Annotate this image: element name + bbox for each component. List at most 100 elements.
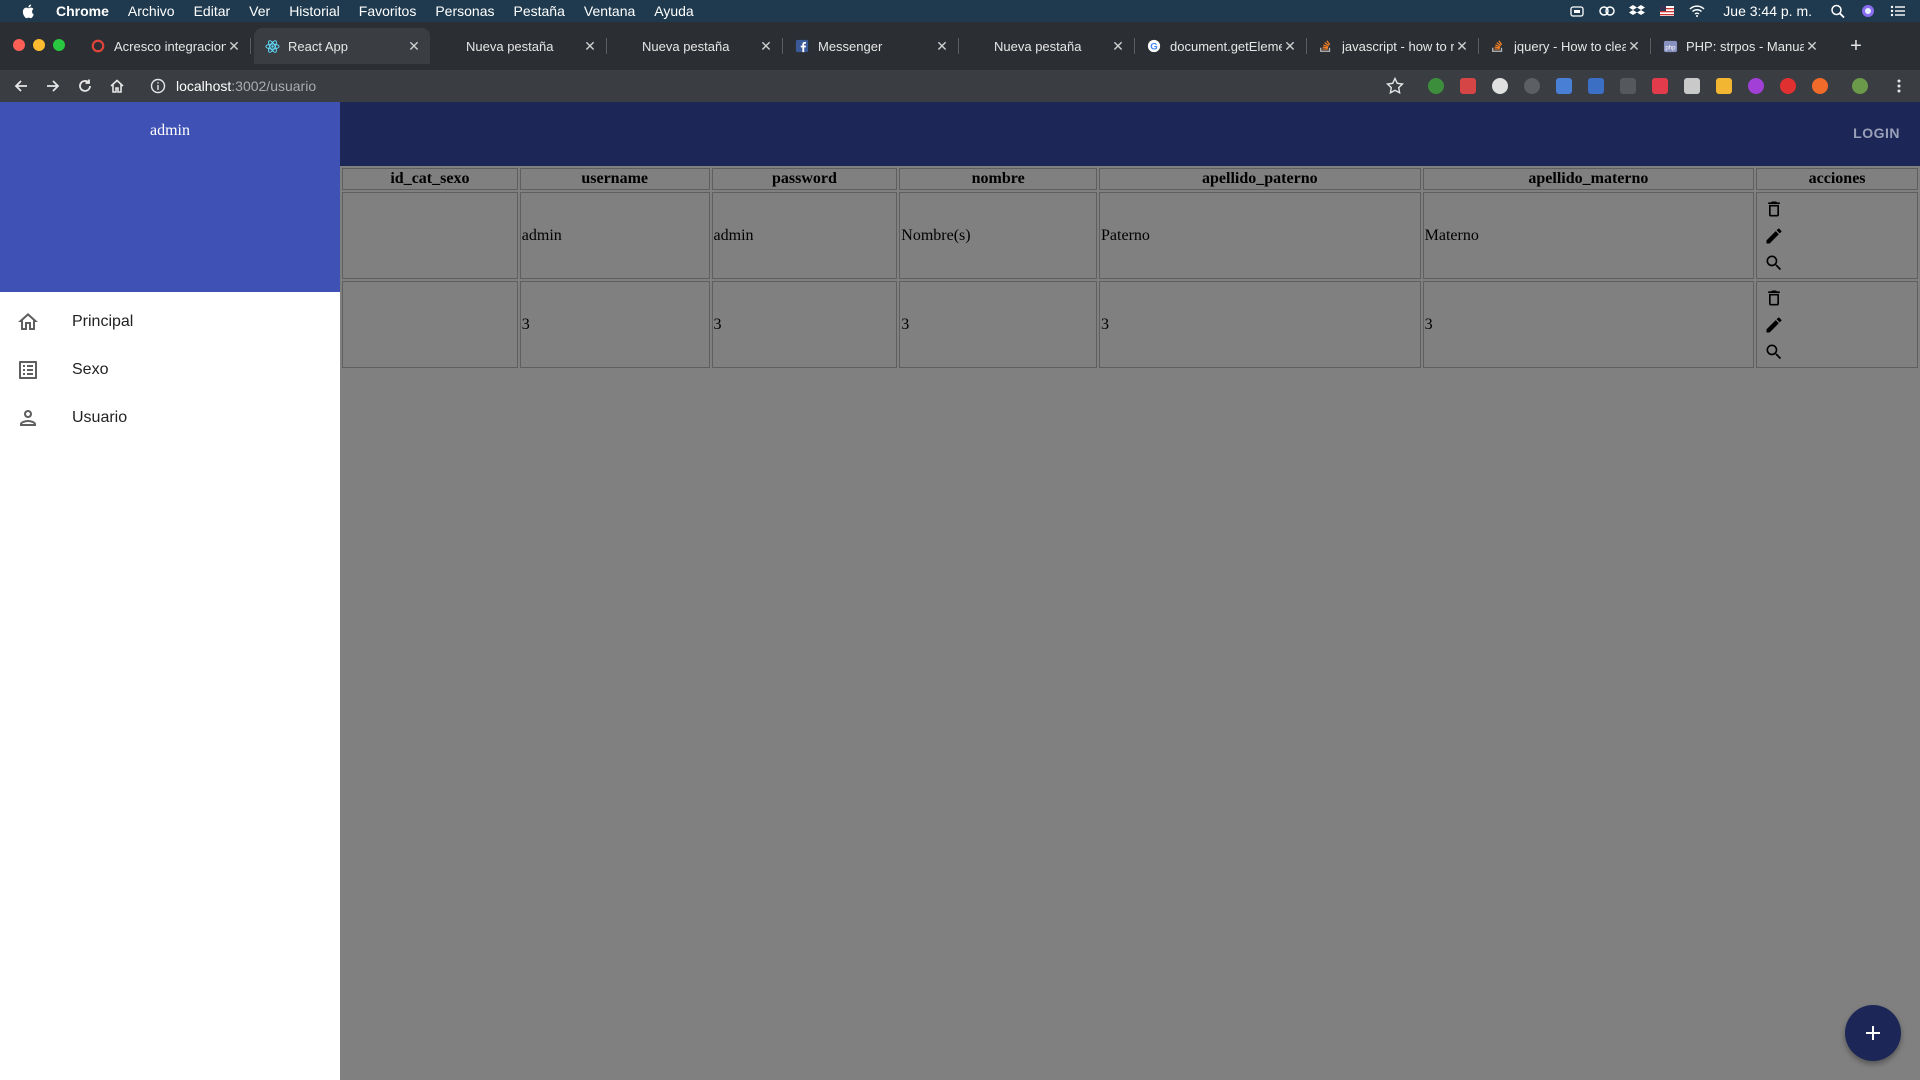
forward-arrow-icon[interactable] [43,76,63,96]
extension-icon[interactable] [1524,78,1540,94]
close-tab-icon[interactable]: ✕ [1110,38,1126,54]
menu-ventana[interactable]: Ventana [584,3,635,19]
close-tab-icon[interactable]: ✕ [1454,38,1470,54]
extension-icon[interactable] [1428,78,1444,94]
address-bar[interactable]: localhost:3002/usuario [142,73,1414,99]
extension-icon[interactable] [1780,78,1796,94]
apple-icon[interactable] [20,2,38,20]
tab-title: Nueva pestaña [642,38,730,54]
table-cell: 3 [1422,281,1755,368]
login-button[interactable]: LOGIN [1853,125,1900,141]
react-icon [264,38,280,54]
search-icon[interactable] [1764,342,1784,362]
main-content: id_cat_sexo username password nombre ape… [340,166,1920,1080]
close-tab-icon[interactable]: ✕ [226,38,242,54]
site-info-icon[interactable] [150,78,166,94]
tab-separator [782,38,783,54]
close-tab-icon[interactable]: ✕ [582,38,598,54]
browser-tab[interactable]: javascript - how to re ✕ [1308,28,1479,64]
drawer-item-usuario[interactable]: Usuario [0,394,340,442]
menu-favoritos[interactable]: Favoritos [359,3,417,19]
reload-icon[interactable] [75,76,95,96]
menu-archivo[interactable]: Archivo [128,3,175,19]
close-tab-icon[interactable]: ✕ [1282,38,1298,54]
opera-icon [90,38,106,54]
drawer-item-sexo[interactable]: Sexo [0,346,340,394]
extension-icon[interactable] [1460,78,1476,94]
minimize-window-button[interactable] [33,39,45,51]
extension-icon[interactable] [1492,78,1508,94]
menu-ayuda[interactable]: Ayuda [654,3,693,19]
close-window-button[interactable] [13,39,25,51]
delete-icon[interactable] [1764,199,1784,219]
browser-tab[interactable]: Acresco integraciones ✕ [80,28,251,64]
extension-icon[interactable] [1556,78,1572,94]
blank-favicon [970,38,986,54]
creative-cloud-icon[interactable] [1599,4,1616,18]
table-cell: 3 [1099,281,1421,368]
bookmark-star-icon[interactable] [1386,77,1404,95]
back-arrow-icon[interactable] [11,76,31,96]
browser-menu-icon[interactable] [1889,76,1909,96]
close-tab-icon[interactable]: ✕ [1626,38,1642,54]
profile-avatar[interactable] [1852,78,1868,94]
column-header: acciones [1756,168,1918,190]
search-icon[interactable] [1764,253,1784,273]
new-tab-button[interactable]: + [1846,35,1866,57]
dropbox-icon[interactable] [1629,4,1646,18]
browser-tab-active[interactable]: React App ✕ [254,28,430,64]
browser-tab[interactable]: Nueva pestaña ✕ [608,28,783,64]
menu-pestana[interactable]: Pestaña [514,3,565,19]
browser-tab[interactable]: Nueva pestaña ✕ [432,28,607,64]
drawer-item-principal[interactable]: Principal [0,298,340,346]
drawer-item-label: Sexo [72,361,109,378]
table-cell: admin [519,192,710,279]
close-tab-icon[interactable]: ✕ [934,38,950,54]
home-icon[interactable] [107,76,127,96]
extension-icon[interactable] [1812,78,1828,94]
extension-icon[interactable] [1684,78,1700,94]
menu-historial[interactable]: Historial [289,3,340,19]
notification-center-icon[interactable] [1890,4,1906,18]
browser-tab[interactable]: php PHP: strpos - Manual ✕ [1652,28,1828,64]
extension-icon[interactable] [1588,78,1604,94]
menu-chrome[interactable]: Chrome [56,3,109,19]
browser-tab[interactable]: G document.getElementBy ✕ [1136,28,1307,64]
menubar-clock[interactable]: Jue 3:44 p. m. [1723,3,1812,19]
menu-editar[interactable]: Editar [194,3,231,19]
menu-personas[interactable]: Personas [435,3,494,19]
tab-title: Nueva pestaña [994,38,1082,54]
browser-tab[interactable]: Nueva pestaña ✕ [960,28,1135,64]
menu-ver[interactable]: Ver [249,3,270,19]
zoom-window-button[interactable] [53,39,65,51]
close-tab-icon[interactable]: ✕ [758,38,774,54]
browser-tab[interactable]: jquery - How to clear ✕ [1480,28,1651,64]
add-fab-button[interactable] [1845,1005,1901,1061]
browser-toolbar: localhost:3002/usuario [0,70,1920,102]
close-tab-icon[interactable]: ✕ [406,38,422,54]
extension-icon[interactable] [1652,78,1668,94]
macos-menu-bar: Chrome Archivo Editar Ver Historial Favo… [0,0,1920,22]
php-icon: php [1662,38,1678,54]
navigation-drawer: admin Principal Sexo Usuario [0,102,340,1080]
tab-title: document.getElementBy [1170,38,1282,54]
time-machine-icon[interactable] [1569,4,1585,18]
tab-separator [1478,38,1479,54]
column-header: apellido_materno [1422,168,1755,190]
extension-icon[interactable] [1748,78,1764,94]
extension-icon[interactable] [1716,78,1732,94]
delete-icon[interactable] [1764,288,1784,308]
edit-icon[interactable] [1764,315,1784,335]
list-icon [16,358,40,382]
wifi-icon[interactable] [1689,4,1705,18]
stackoverflow-icon [1318,38,1334,54]
spotlight-search-icon[interactable] [1830,4,1846,18]
close-tab-icon[interactable]: ✕ [1804,38,1820,54]
us-flag-icon[interactable] [1659,4,1675,18]
drawer-item-label: Principal [72,313,134,330]
siri-icon[interactable] [1860,4,1876,18]
browser-tab[interactable]: Messenger ✕ [784,28,959,64]
tab-separator [1306,38,1307,54]
extension-icon[interactable] [1620,78,1636,94]
edit-icon[interactable] [1764,226,1784,246]
